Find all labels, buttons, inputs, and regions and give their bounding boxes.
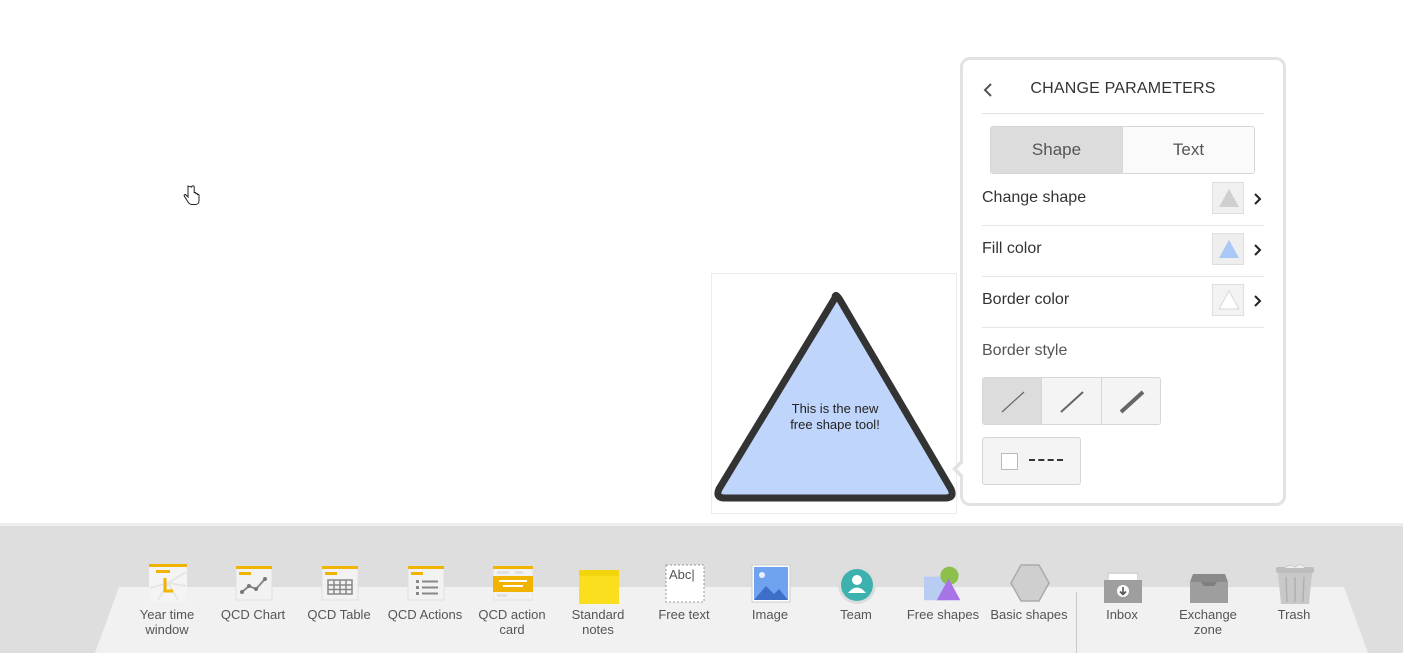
tool-inbox[interactable]: Inbox bbox=[1079, 562, 1165, 642]
tool-standard-notes[interactable]: Standard notes bbox=[555, 562, 641, 642]
qcd-chart-icon bbox=[235, 565, 273, 601]
shape-preview-icon bbox=[1212, 182, 1244, 214]
change-shape-row[interactable]: Change shape bbox=[982, 176, 1264, 226]
shape-text[interactable]: This is the new free shape tool! bbox=[770, 401, 900, 433]
standard-notes-icon bbox=[579, 570, 619, 604]
tool-qcd-chart[interactable]: QCD Chart bbox=[210, 562, 296, 642]
tab-shape[interactable]: Shape bbox=[991, 127, 1122, 173]
tool-label: Image bbox=[751, 607, 789, 622]
qcd-action-card-icon bbox=[493, 565, 533, 601]
tool-label: Team bbox=[840, 607, 872, 622]
border-color-swatch-icon bbox=[1212, 284, 1244, 316]
fill-color-swatch-icon bbox=[1212, 233, 1244, 265]
medium-line-icon bbox=[1060, 391, 1085, 413]
divider bbox=[982, 113, 1264, 114]
tool-basic-shapes[interactable]: Basic shapes bbox=[986, 562, 1072, 642]
inbox-icon bbox=[1104, 572, 1142, 603]
free-text-icon: Abc| bbox=[665, 564, 705, 603]
team-icon bbox=[838, 566, 876, 604]
chevron-right-icon[interactable] bbox=[1252, 288, 1264, 312]
thin-line-icon bbox=[1001, 391, 1025, 413]
change-parameters-panel: CHANGE PARAMETERS Shape Text Change shap… bbox=[952, 57, 1286, 506]
border-style-label: Border style bbox=[982, 342, 1068, 359]
svg-text:Abc|: Abc| bbox=[669, 567, 695, 582]
image-icon bbox=[751, 564, 791, 603]
thick-line-icon bbox=[1119, 390, 1145, 414]
free-shape-object[interactable]: This is the new free shape tool! bbox=[711, 273, 957, 514]
border-color-label: Border color bbox=[982, 291, 1070, 308]
tool-label: QCD Actions bbox=[387, 607, 463, 622]
tool-label: Trash bbox=[1277, 607, 1311, 622]
chevron-right-icon[interactable] bbox=[1252, 186, 1264, 210]
dashed-checkbox[interactable] bbox=[1001, 453, 1018, 470]
tool-label: Year time window bbox=[139, 607, 195, 637]
tool-label: Free text bbox=[658, 607, 710, 622]
qcd-actions-icon bbox=[407, 565, 445, 601]
fill-color-row[interactable]: Fill color bbox=[982, 227, 1264, 277]
hand-cursor-icon bbox=[183, 185, 200, 205]
toolbar-divider bbox=[1076, 592, 1077, 653]
tool-label: Inbox bbox=[1106, 607, 1138, 622]
triangle-shape bbox=[714, 291, 956, 502]
tab-bar: Shape Text bbox=[990, 126, 1255, 174]
tool-team[interactable]: Team bbox=[813, 562, 899, 642]
border-color-row[interactable]: Border color bbox=[982, 278, 1264, 328]
trash-icon bbox=[1276, 564, 1314, 604]
tool-label: Exchange zone bbox=[1179, 607, 1237, 637]
tool-qcd-actions[interactable]: QCD Actions bbox=[382, 562, 468, 642]
tab-text[interactable]: Text bbox=[1122, 127, 1254, 173]
border-thick-button[interactable] bbox=[1100, 378, 1160, 424]
year-time-window-icon bbox=[149, 564, 187, 602]
dashed-border-toggle[interactable] bbox=[982, 437, 1081, 485]
fill-color-label: Fill color bbox=[982, 240, 1042, 257]
basic-shapes-icon bbox=[1010, 564, 1050, 602]
back-arrow-icon[interactable] bbox=[979, 78, 999, 102]
change-shape-label: Change shape bbox=[982, 189, 1087, 206]
border-medium-button[interactable] bbox=[1041, 378, 1101, 424]
tool-free-shapes[interactable]: Free shapes bbox=[900, 562, 986, 642]
tool-label: QCD Chart bbox=[220, 607, 286, 622]
tool-label: Standard notes bbox=[571, 607, 625, 637]
exchange-zone-icon bbox=[1190, 574, 1228, 603]
tool-label: Basic shapes bbox=[990, 607, 1068, 622]
tool-year-time-window[interactable]: Year time window bbox=[124, 562, 210, 642]
tool-free-text[interactable]: Abc| Free text bbox=[641, 562, 727, 642]
tool-label: QCD action card bbox=[478, 607, 546, 637]
tool-qcd-table[interactable]: QCD Table bbox=[296, 562, 382, 642]
border-thin-button[interactable] bbox=[983, 378, 1042, 424]
tool-trash[interactable]: Trash bbox=[1251, 562, 1337, 642]
tool-image[interactable]: Image bbox=[727, 562, 813, 642]
dashed-line-icon bbox=[1029, 459, 1063, 461]
qcd-table-icon bbox=[321, 565, 359, 601]
panel-title: CHANGE PARAMETERS bbox=[1030, 80, 1216, 97]
border-width-selector bbox=[982, 377, 1161, 425]
tool-exchange-zone[interactable]: Exchange zone bbox=[1165, 562, 1251, 642]
tool-label: QCD Table bbox=[307, 607, 371, 622]
chevron-right-icon[interactable] bbox=[1252, 237, 1264, 261]
free-shapes-icon bbox=[924, 566, 961, 601]
tool-label: Free shapes bbox=[906, 607, 980, 622]
tool-qcd-action-card[interactable]: QCD action card bbox=[469, 562, 555, 642]
